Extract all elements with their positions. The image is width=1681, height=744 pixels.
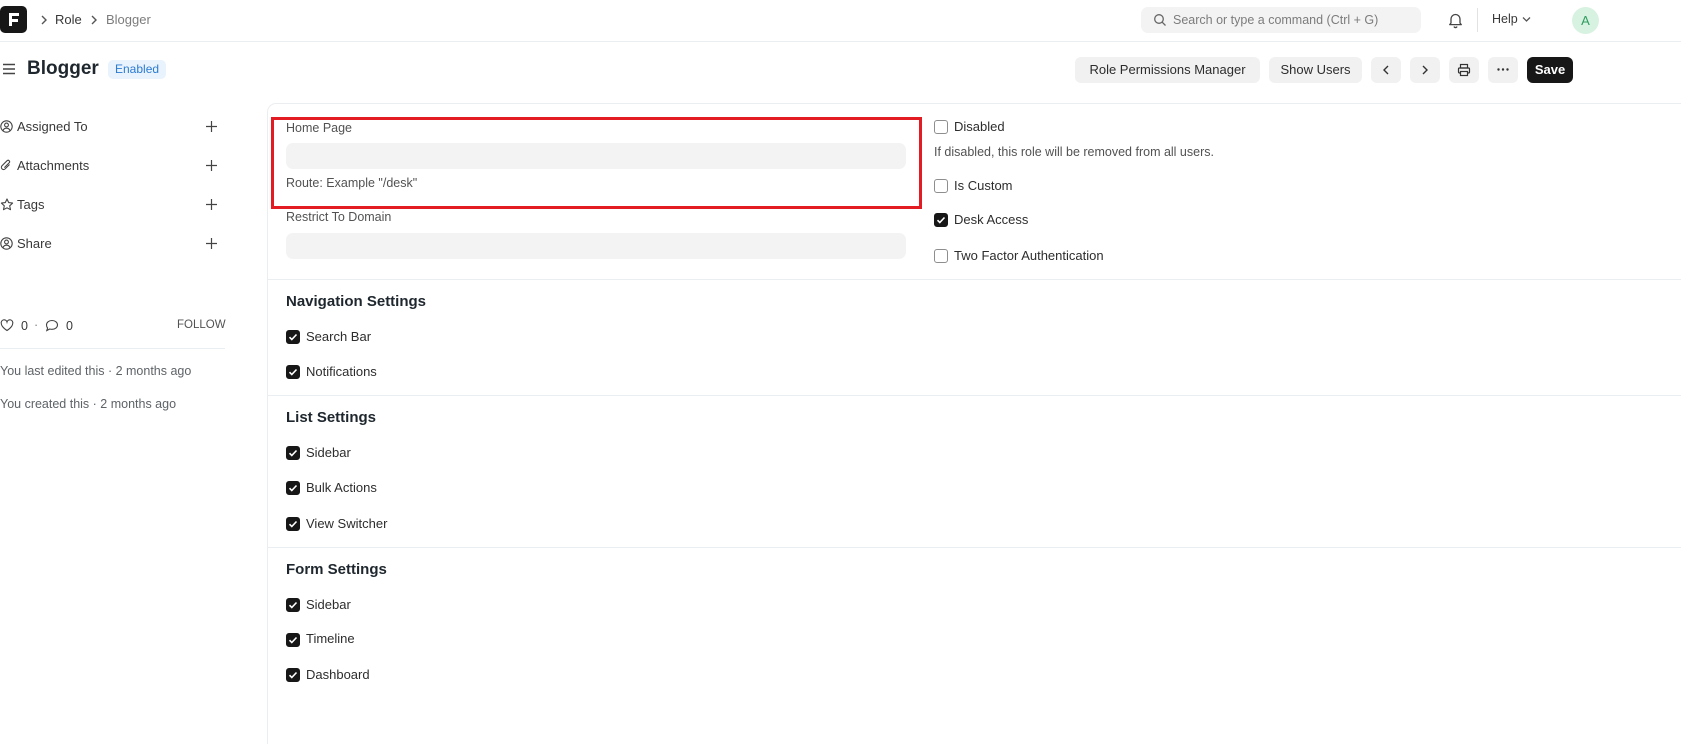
bulk-actions-checkbox[interactable]: [286, 481, 300, 495]
breadcrumb-role[interactable]: Role: [55, 12, 82, 27]
search-bar-label: Search Bar: [306, 329, 372, 344]
sidebar-divider: [0, 348, 225, 349]
navbar-divider: [1477, 8, 1478, 32]
restrict-to-domain-label: Restrict To Domain: [286, 210, 392, 224]
disabled-description: If disabled, this role will be removed f…: [934, 145, 1214, 159]
view-switcher-checkbox[interactable]: [286, 517, 300, 531]
form-sidebar-label: Sidebar: [306, 597, 351, 612]
more-actions-button[interactable]: [1488, 57, 1518, 83]
two-factor-checkbox[interactable]: [934, 249, 948, 263]
heart-icon[interactable]: [0, 319, 14, 332]
hamburger-menu-icon[interactable]: [2, 62, 16, 76]
section-divider: [268, 279, 1681, 280]
check-icon: [288, 671, 298, 679]
paperclip-icon: [0, 159, 11, 171]
plus-icon[interactable]: [205, 159, 218, 172]
share-user-icon: [0, 237, 13, 250]
search-bar-checkbox[interactable]: [286, 330, 300, 344]
navigation-settings-title: Navigation Settings: [286, 293, 427, 310]
chevron-right-icon: [91, 15, 97, 25]
sidebar-item-label: Attachments: [17, 158, 90, 173]
bell-icon[interactable]: [1447, 11, 1464, 29]
chevron-right-icon: [1422, 65, 1428, 75]
desk-access-label: Desk Access: [954, 212, 1029, 227]
notifications-checkbox[interactable]: [286, 365, 300, 379]
is-custom-checkbox[interactable]: [934, 179, 948, 193]
list-settings-title: List Settings: [286, 409, 377, 426]
save-button[interactable]: Save: [1527, 57, 1573, 83]
chevron-down-icon[interactable]: [1522, 16, 1531, 23]
check-icon: [936, 216, 946, 224]
bulk-actions-label: Bulk Actions: [306, 480, 377, 495]
role-permissions-manager-button[interactable]: Role Permissions Manager: [1075, 57, 1260, 83]
like-count: 0: [21, 319, 28, 333]
disabled-checkbox[interactable]: [934, 120, 948, 134]
search-placeholder: Search or type a command (Ctrl + G): [1173, 13, 1379, 27]
chevron-left-icon: [1383, 65, 1389, 75]
show-users-button[interactable]: Show Users: [1269, 57, 1362, 83]
status-badge: Enabled: [108, 60, 167, 79]
chevron-right-icon: [41, 15, 47, 25]
search-input[interactable]: Search or type a command (Ctrl + G): [1141, 7, 1421, 33]
sidebar-item-assigned-to[interactable]: Assigned To: [0, 119, 225, 135]
comment-icon[interactable]: [45, 319, 59, 332]
meta-separator: ·: [34, 318, 39, 332]
section-divider: [268, 395, 1681, 396]
two-factor-label: Two Factor Authentication: [954, 248, 1104, 263]
sidebar-item-share[interactable]: Share: [0, 236, 225, 252]
plus-icon[interactable]: [205, 120, 218, 133]
comment-count: 0: [66, 319, 73, 333]
form-settings-title: Form Settings: [286, 561, 387, 578]
dashboard-label: Dashboard: [306, 667, 370, 682]
list-sidebar-checkbox[interactable]: [286, 446, 300, 460]
printer-icon: [1457, 63, 1471, 77]
help-menu[interactable]: Help: [1492, 12, 1518, 26]
check-icon: [288, 636, 298, 644]
view-switcher-label: View Switcher: [306, 516, 388, 531]
check-icon: [288, 520, 298, 528]
more-icon: [1497, 68, 1509, 71]
check-icon: [288, 368, 298, 376]
last-edited-info: You last edited this · 2 months ago: [0, 364, 192, 378]
check-icon: [288, 333, 298, 341]
page-title: Blogger: [27, 58, 99, 79]
check-icon: [288, 601, 298, 609]
is-custom-label: Is Custom: [954, 178, 1013, 193]
sidebar-item-label: Share: [17, 236, 52, 251]
created-info: You created this · 2 months ago: [0, 397, 177, 411]
sidebar-item-tags[interactable]: Tags: [0, 197, 225, 213]
notifications-label: Notifications: [306, 364, 377, 379]
next-record-button[interactable]: [1410, 57, 1440, 83]
search-icon: [1154, 14, 1166, 26]
list-sidebar-label: Sidebar: [306, 445, 351, 460]
previous-record-button[interactable]: [1371, 57, 1401, 83]
plus-icon[interactable]: [205, 237, 218, 250]
check-icon: [288, 484, 298, 492]
sidebar-item-label: Tags: [17, 197, 45, 212]
app-logo[interactable]: [0, 6, 27, 33]
highlight-box: [271, 117, 922, 209]
check-icon: [288, 449, 298, 457]
sidebar-item-attachments[interactable]: Attachments: [0, 158, 225, 174]
avatar[interactable]: A: [1572, 7, 1599, 34]
disabled-label: Disabled: [954, 119, 1005, 134]
breadcrumb-current[interactable]: Blogger: [106, 12, 151, 27]
section-divider: [268, 547, 1681, 548]
timeline-label: Timeline: [306, 631, 355, 646]
star-icon: [0, 198, 14, 211]
restrict-to-domain-input[interactable]: [286, 233, 906, 259]
print-button[interactable]: [1449, 57, 1479, 83]
timeline-checkbox[interactable]: [286, 633, 300, 647]
sidebar-item-label: Assigned To: [17, 119, 88, 134]
user-assign-icon: [0, 120, 13, 133]
plus-icon[interactable]: [205, 198, 218, 211]
top-navbar: Role Blogger Search or type a command (C…: [0, 0, 1681, 42]
follow-button[interactable]: FOLLOW: [177, 319, 226, 331]
dashboard-checkbox[interactable]: [286, 668, 300, 682]
form-sidebar-checkbox[interactable]: [286, 598, 300, 612]
desk-access-checkbox[interactable]: [934, 213, 948, 227]
